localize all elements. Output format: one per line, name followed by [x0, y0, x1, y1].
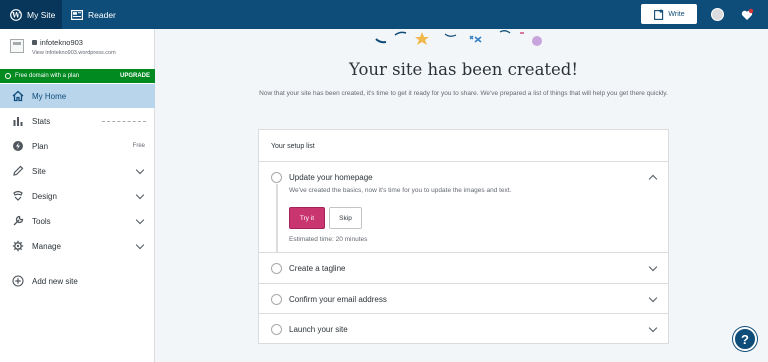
design-icon	[12, 190, 24, 202]
page-title: Your site has been created!	[349, 60, 578, 79]
plus-circle-icon	[12, 275, 24, 287]
chevron-up-icon[interactable]	[648, 174, 658, 184]
reader-label: Reader	[88, 9, 116, 20]
chevron-down-icon[interactable]	[648, 262, 658, 272]
sidebar: infotekno903 View infotekno903.wordpress…	[0, 29, 155, 362]
task-status-circle	[271, 172, 282, 183]
site-url[interactable]: View infotekno903.wordpress.com	[32, 50, 116, 56]
task-status-circle	[271, 324, 282, 335]
task-estimate: Estimated time: 20 minutes	[289, 236, 368, 243]
page-subtitle: Now that your site has been created, it'…	[259, 90, 668, 97]
wordpress-icon: W	[10, 8, 22, 21]
sidebar-item-label: Design	[32, 191, 57, 201]
stats-icon	[12, 115, 24, 127]
wrench-icon	[12, 215, 24, 227]
chevron-down-icon[interactable]	[648, 293, 658, 303]
task-progress-line	[276, 184, 278, 252]
site-icon	[10, 39, 24, 53]
chevron-down-icon[interactable]	[648, 323, 658, 333]
help-button[interactable]: ?	[733, 327, 757, 351]
sidebar-item-design[interactable]: Design	[0, 184, 155, 208]
notifications-icon[interactable]	[740, 8, 754, 22]
sidebar-item-stats[interactable]: Stats	[0, 109, 155, 133]
reader-icon	[71, 9, 83, 21]
sidebar-item-label: Stats	[32, 116, 51, 126]
task-title[interactable]: Launch your site	[289, 325, 348, 334]
add-site-label: Add new site	[32, 276, 78, 286]
task-title[interactable]: Update your homepage	[289, 173, 373, 182]
site-card[interactable]: infotekno903 View infotekno903.wordpress…	[0, 29, 155, 67]
checklist-header: Your setup list	[259, 130, 668, 162]
home-icon	[12, 90, 24, 102]
stats-sparkline	[102, 121, 146, 122]
sidebar-item-label: Tools	[32, 216, 51, 226]
task-title[interactable]: Create a tagline	[289, 264, 345, 273]
info-icon	[5, 73, 11, 79]
sidebar-item-label: Manage	[32, 241, 61, 251]
lock-icon	[32, 40, 37, 45]
my-site-label: My Site	[27, 9, 56, 20]
write-icon	[653, 8, 665, 20]
svg-text:W: W	[11, 10, 20, 19]
avatar[interactable]	[711, 8, 724, 21]
plan-badge: Free	[132, 143, 145, 149]
sidebar-item-label: Site	[32, 166, 46, 176]
site-name: infotekno903	[32, 38, 83, 47]
task-confirm-email[interactable]: Confirm your email address	[259, 284, 668, 314]
sidebar-item-site[interactable]: Site	[0, 159, 155, 183]
sidebar-item-label: Plan	[32, 141, 49, 151]
sidebar-item-manage[interactable]: Manage	[0, 234, 155, 258]
setup-checklist: Your setup list Update your homepage We'…	[258, 129, 669, 344]
upgrade-banner[interactable]: Free domain with a plan UPGRADE	[0, 69, 155, 83]
my-site-tab[interactable]: W My Site	[0, 0, 62, 29]
task-description: We've created the basics, now it's time …	[289, 187, 512, 194]
sidebar-item-label: My Home	[32, 91, 67, 101]
help-icon: ?	[741, 331, 749, 347]
chevron-down-icon	[135, 215, 145, 225]
upgrade-link[interactable]: UPGRADE	[120, 73, 150, 79]
sidebar-item-tools[interactable]: Tools	[0, 209, 155, 233]
sidebar-item-my-home[interactable]: My Home	[0, 84, 155, 108]
pencil-icon	[12, 165, 24, 177]
task-create-tagline[interactable]: Create a tagline	[259, 253, 668, 284]
plan-icon	[12, 140, 24, 152]
task-status-circle	[271, 294, 282, 305]
task-launch-site[interactable]: Launch your site	[259, 314, 668, 344]
chevron-down-icon	[135, 240, 145, 250]
site-name-label: infotekno903	[40, 38, 83, 47]
task-update-homepage[interactable]: Update your homepage We've created the b…	[259, 162, 668, 253]
masterbar: W My Site Reader Write	[0, 0, 768, 29]
confetti-decoration	[375, 30, 542, 46]
try-it-button[interactable]: Try it	[289, 207, 325, 229]
write-label: Write	[668, 10, 685, 18]
task-status-circle	[271, 263, 282, 274]
chevron-down-icon	[135, 190, 145, 200]
add-new-site-button[interactable]: Add new site	[0, 269, 155, 293]
upgrade-text: Free domain with a plan	[15, 73, 80, 79]
chevron-down-icon	[135, 165, 145, 175]
sidebar-item-plan[interactable]: Plan Free	[0, 134, 155, 158]
gear-icon	[12, 240, 24, 252]
reader-tab[interactable]: Reader	[71, 0, 116, 29]
task-title[interactable]: Confirm your email address	[289, 295, 387, 304]
skip-button[interactable]: Skip	[329, 207, 362, 229]
write-button[interactable]: Write	[641, 4, 697, 24]
